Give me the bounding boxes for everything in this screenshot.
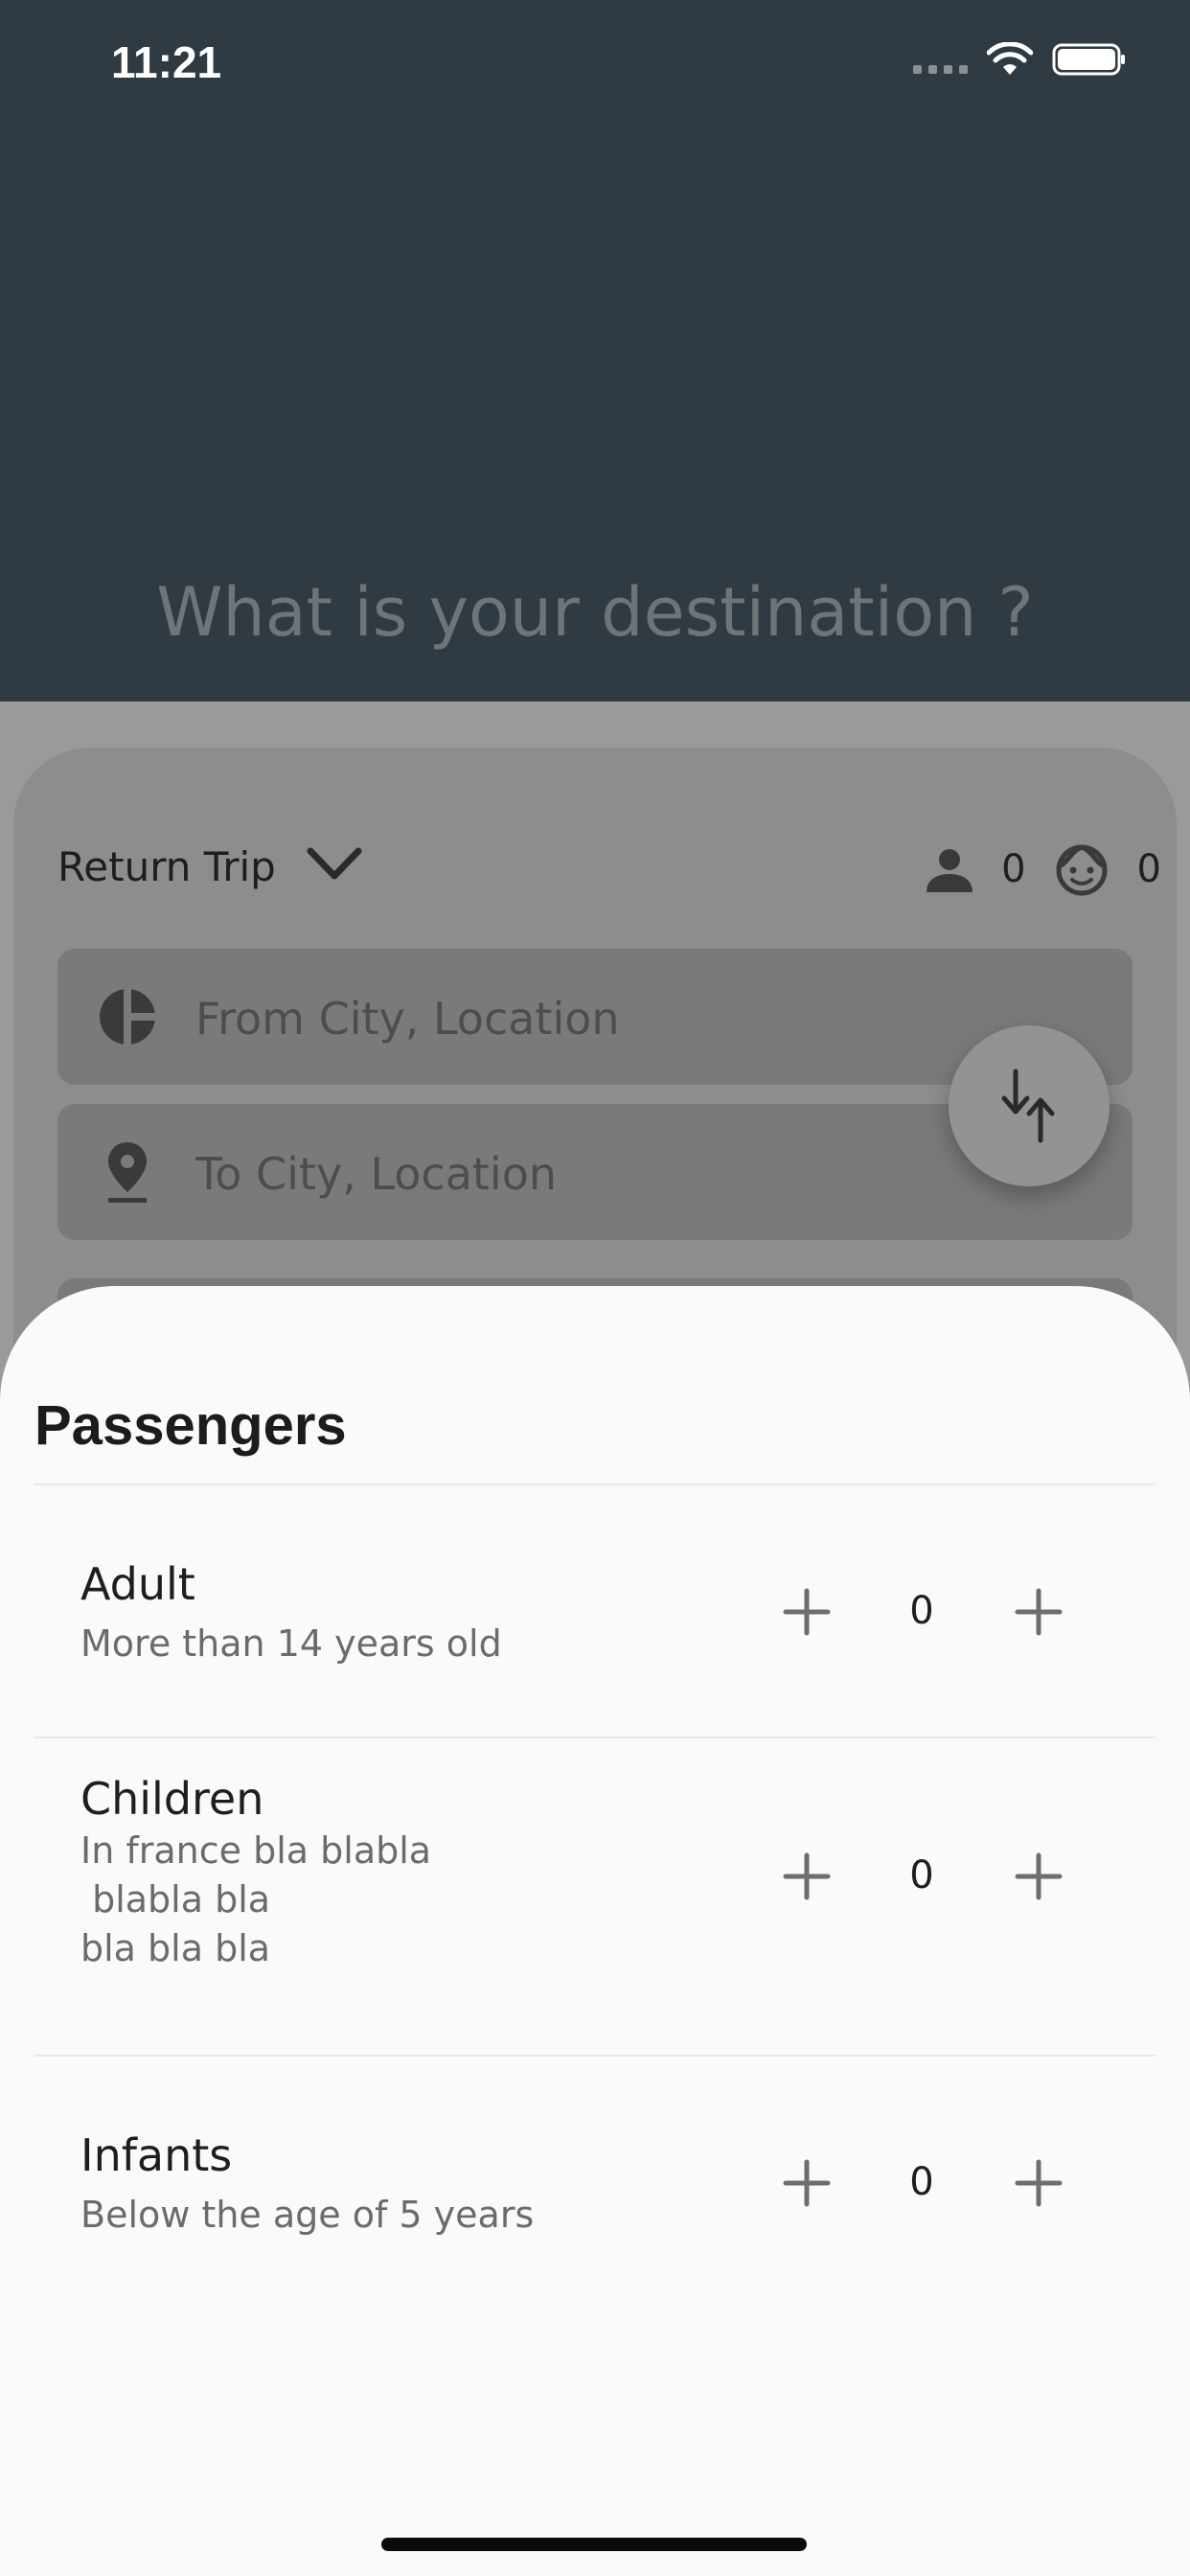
children-decrement-button[interactable] (778, 1848, 835, 1905)
adult-count: 0 (909, 1589, 934, 1633)
header: 11:21 What is your destination ? (0, 0, 1190, 702)
swap-arrows-icon (1001, 1069, 1055, 1143)
from-location-placeholder: From City, Location (195, 993, 620, 1045)
to-location-placeholder: To City, Location (195, 1148, 558, 1200)
adult-subtitle: More than 14 years old (80, 1622, 502, 1665)
adult-increment-button[interactable] (1010, 1583, 1067, 1641)
chevron-down-icon[interactable] (305, 843, 364, 886)
divider (34, 1484, 1156, 1485)
divider (34, 1736, 1156, 1738)
trip-type-selector[interactable]: Return Trip (57, 843, 276, 890)
signal-dots-icon (913, 45, 968, 74)
children-subtitle: In france bla blabla blabla bla bla bla … (80, 1829, 432, 1969)
map-pin-icon (108, 1142, 147, 1203)
infants-title: Infants (80, 2129, 233, 2181)
location-disc-icon (100, 985, 159, 1048)
divider (34, 2055, 1156, 2057)
infants-count: 0 (909, 2160, 934, 2204)
children-count: 0 (1136, 847, 1161, 891)
children-title: Children (80, 1773, 264, 1825)
children-count: 0 (909, 1853, 934, 1898)
adult-decrement-button[interactable] (778, 1583, 835, 1641)
status-icons (913, 42, 1127, 77)
passenger-summary[interactable]: 0 0 (923, 841, 1161, 897)
wifi-icon (987, 42, 1033, 75)
person-icon (927, 849, 973, 892)
battery-icon (1052, 43, 1125, 76)
infants-decrement-button[interactable] (778, 2154, 835, 2212)
children-increment-button[interactable] (1010, 1848, 1067, 1905)
home-indicator[interactable] (381, 2538, 807, 2551)
infants-stepper: 0 (778, 2154, 1065, 2212)
sheet-title: Passengers (34, 1394, 347, 1457)
status-time: 11:21 (111, 37, 222, 87)
destination-title: What is your destination ? (156, 573, 1034, 652)
adults-count: 0 (1001, 847, 1026, 891)
infants-subtitle: Below the age of 5 years (80, 2194, 535, 2236)
adult-stepper: 0 (778, 1583, 1065, 1641)
swap-locations-button[interactable] (949, 1025, 1110, 1186)
infants-increment-button[interactable] (1010, 2154, 1067, 2212)
adult-title: Adult (80, 1558, 195, 1610)
child-face-icon (1056, 844, 1108, 896)
children-stepper: 0 (778, 1848, 1065, 1905)
